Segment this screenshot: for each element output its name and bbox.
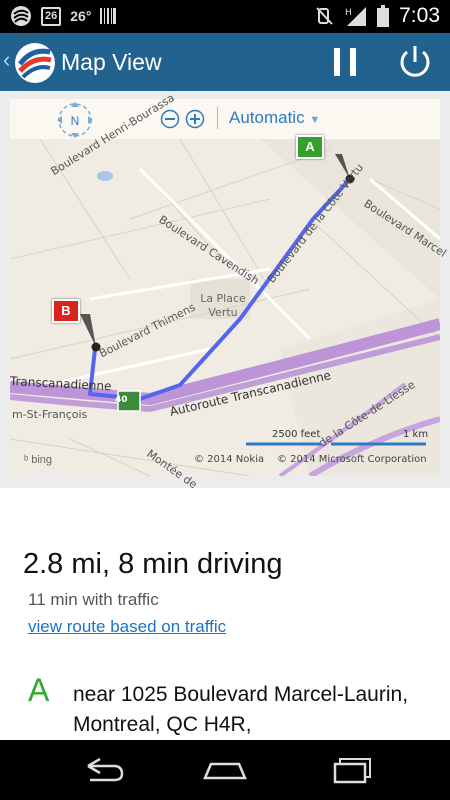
zoom-in-button[interactable] <box>185 109 205 129</box>
route-summary: 2.8 mi, 8 min driving <box>23 548 283 580</box>
view-traffic-route-link[interactable]: view route based on traffic <box>28 617 226 637</box>
map-mode-label: Automatic <box>229 108 305 127</box>
battery-icon <box>377 5 390 27</box>
status-bar: 26 26° H 7:03 <box>0 0 450 33</box>
traffic-time: 11 min with traffic <box>28 590 159 609</box>
weather-temperature: 26° <box>70 8 92 24</box>
clock: 7:03 <box>399 4 440 27</box>
mute-icon <box>316 7 333 25</box>
place-label: La Place Vertu <box>200 292 246 319</box>
dropdown-caret-icon: ▼ <box>309 114 321 126</box>
barcode-icon <box>100 8 117 24</box>
scale-km-label: 1 km <box>403 429 429 440</box>
toolbar-divider <box>217 107 218 129</box>
app-logo[interactable] <box>14 42 56 84</box>
waypoint-address: near 1025 Boulevard Marcel-Laurin, Montr… <box>73 683 409 736</box>
compass-north-label: N <box>71 114 80 128</box>
bing-icon: ᵇ <box>24 454 29 466</box>
system-nav-bar <box>0 740 450 800</box>
recent-apps-icon[interactable] <box>323 752 379 788</box>
street-label: m-St-François <box>12 408 88 421</box>
waypoint-a-label: A <box>28 672 50 708</box>
map-toolbar: N Automatic ▼ <box>10 99 440 139</box>
compass-control[interactable]: N <box>47 101 103 139</box>
zoom-out-button[interactable] <box>160 109 180 129</box>
page-title: Map View <box>61 49 162 75</box>
home-icon[interactable] <box>197 752 253 788</box>
scale-feet-label: 2500 feet <box>272 429 321 440</box>
up-caret-icon[interactable]: ‹ <box>3 49 10 71</box>
action-bar: ‹ Map View <box>0 33 450 91</box>
signal-hspa-icon: H <box>345 7 367 26</box>
notification-badge: 26 <box>41 6 62 26</box>
map-mode-dropdown[interactable]: Automatic ▼ <box>229 108 320 130</box>
route-end-marker[interactable]: B <box>52 299 80 323</box>
route-start-marker[interactable]: A <box>296 135 324 159</box>
app-notification-icon <box>11 6 31 26</box>
nokia-attribution: © 2014 Nokia <box>194 454 265 465</box>
pause-button[interactable] <box>320 37 370 87</box>
power-button[interactable] <box>390 37 440 87</box>
svg-text:H: H <box>345 8 352 18</box>
bing-logo: ᵇ bing <box>24 454 53 466</box>
highway-shield: 40 <box>115 395 128 405</box>
microsoft-attribution: © 2014 Microsoft Corporation <box>277 454 427 465</box>
back-icon[interactable] <box>72 752 128 788</box>
